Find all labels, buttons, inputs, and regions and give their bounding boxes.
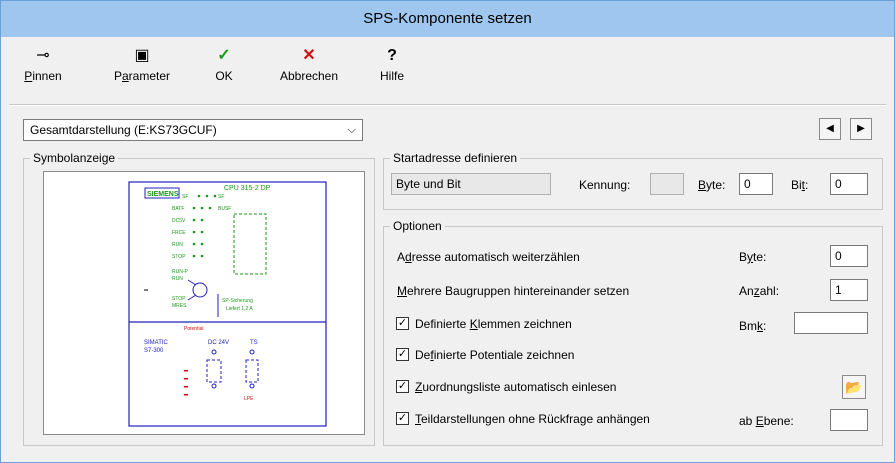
svg-text:LPE: LPE — [244, 396, 254, 402]
svg-text:DC 24V: DC 24V — [208, 340, 229, 346]
led-labels: SF BATF DC5V FRCE RUN STOP SF BUSF RUN-P… — [172, 194, 253, 312]
kennung-field — [650, 173, 684, 195]
svg-text:S7-300: S7-300 — [144, 348, 164, 354]
svg-text:Liefert 1,2 A: Liefert 1,2 A — [226, 306, 253, 312]
help-icon: ? — [387, 47, 397, 64]
svg-text:Potential: Potential — [184, 326, 203, 332]
pin-label: innen — [32, 69, 62, 83]
led-dots — [192, 194, 217, 258]
pin-button[interactable]: ⊸ Pinnen — [23, 45, 63, 83]
help-label: Hilfe — [379, 69, 404, 83]
simatic-labels: SIMATIC S7-300 DC 24V TS — [144, 340, 258, 354]
auto-count-label: Adresse automatisch weiterzählen — [397, 250, 580, 264]
svg-text:SIMATIC: SIMATIC — [144, 340, 169, 346]
start-bit-input[interactable]: 0 — [830, 173, 868, 195]
cancel-button[interactable]: ✕ Abbrechen — [269, 45, 349, 83]
draw-terminals-checkbox[interactable]: ✓ — [396, 317, 409, 330]
ebene-label: ab Ebene: — [739, 414, 794, 428]
toolbar: ⊸ Pinnen ▣ Parameter ✓ OK ✕ Abbrechen ? … — [1, 37, 894, 105]
help-button[interactable]: ? Hilfe — [373, 45, 411, 83]
red-terminals — [184, 370, 188, 396]
triangle-right-icon: ▶ — [857, 123, 865, 134]
dialog-window: SPS-Komponente setzen ⊸ Pinnen ▣ Paramet… — [0, 0, 895, 463]
kennung-label: Kennung: — [579, 178, 631, 192]
append-partial-label: Teildarstellungen ohne Rückfrage anhänge… — [415, 412, 650, 426]
svg-text:BUSF: BUSF — [218, 206, 231, 212]
multi-modules-label: Mehrere Baugruppen hintereinander setzen — [397, 284, 630, 298]
ok-label: OK — [215, 69, 233, 83]
anzahl-label: Anzahl: — [739, 284, 780, 298]
svg-text:BATF: BATF — [172, 206, 184, 212]
read-assignment-checkbox[interactable]: ✓ — [396, 380, 409, 393]
plc-symbol-drawing: SIEMENS CPU 315-2 DP SF BATF DC5V FRCE R… — [128, 181, 327, 427]
svg-text:STOP: STOP — [172, 296, 186, 302]
draw-terminals-label: Definierte Klemmen zeichnen — [415, 317, 572, 331]
svg-text:MRES: MRES — [172, 303, 187, 309]
start-byte-input[interactable]: 0 — [739, 173, 773, 195]
properties-icon: ▣ — [134, 47, 150, 64]
bmk-label: Bmk: — [739, 319, 767, 333]
ebene-input[interactable] — [830, 409, 868, 431]
next-button[interactable]: ▶ — [850, 118, 872, 140]
anzahl-input[interactable]: 1 — [830, 279, 868, 301]
read-assignment-label: Zuordnungsliste automatisch einlesen — [415, 380, 617, 394]
options-byte-input[interactable]: 0 — [830, 245, 868, 267]
previous-button[interactable]: ◀ — [819, 118, 841, 140]
view-select[interactable]: Gesamtdarstellung (E:KS73GCUF) ⌵ — [23, 119, 363, 141]
start-bit-label: Bit: — [791, 178, 809, 192]
view-select-value: Gesamtdarstellung (E:KS73GCUF) — [30, 123, 217, 137]
svg-text:SF: SF — [218, 194, 224, 200]
cpu-label: CPU 315-2 DP — [224, 185, 271, 192]
svg-text:RUN: RUN — [172, 242, 183, 248]
checkmark-icon: ✓ — [217, 47, 231, 64]
svg-text:RUN-P: RUN-P — [172, 269, 188, 275]
parameter-button[interactable]: ▣ Parameter — [106, 45, 178, 83]
options-group-title: Optionen — [390, 219, 445, 233]
window-title: SPS-Komponente setzen — [1, 1, 894, 37]
svg-text:SF: SF — [182, 194, 188, 200]
cross-icon: ✕ — [302, 47, 316, 64]
pin-icon: ⊸ — [36, 47, 50, 64]
open-folder-button[interactable]: 📂 — [842, 375, 866, 399]
append-partial-checkbox[interactable]: ✓ — [396, 412, 409, 425]
folder-open-icon: 📂 — [845, 379, 863, 395]
svg-text:SP-Sicherung: SP-Sicherung — [222, 298, 253, 304]
draw-potentials-checkbox[interactable]: ✓ — [396, 348, 409, 361]
brand-label: SIEMENS — [147, 191, 179, 198]
symbol-group-title: Symbolanzeige — [30, 151, 119, 165]
svg-text:DC5V: DC5V — [172, 218, 186, 224]
options-byte-label: Byte: — [739, 250, 767, 264]
draw-potentials-label: Definierte Potentiale zeichnen — [415, 348, 575, 362]
startaddress-group-title: Startadresse definieren — [390, 151, 521, 165]
start-byte-label: Byte: — [698, 178, 726, 192]
address-mode-field: Byte und Bit — [391, 173, 551, 195]
triangle-left-icon: ◀ — [826, 123, 834, 134]
svg-text:TS: TS — [250, 340, 258, 346]
symbol-preview: SIEMENS CPU 315-2 DP SF BATF DC5V FRCE R… — [43, 171, 365, 435]
svg-text:FRCE: FRCE — [172, 230, 186, 236]
cancel-label: Abbrechen — [279, 69, 339, 83]
bmk-input[interactable] — [794, 312, 868, 334]
chevron-down-icon: ⌵ — [347, 124, 356, 136]
svg-text:RUN: RUN — [172, 276, 183, 282]
svg-text:STOP: STOP — [172, 254, 186, 260]
ok-button[interactable]: ✓ OK — [209, 45, 239, 83]
